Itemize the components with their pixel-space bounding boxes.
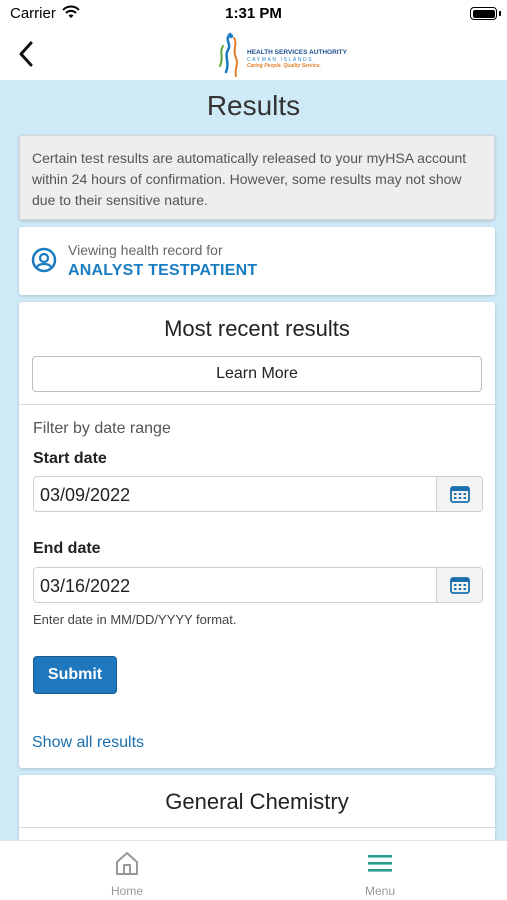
tab-home-label: Home	[110, 884, 143, 898]
end-date-value: 03/16/2022	[40, 576, 131, 596]
user-circle-icon	[31, 247, 57, 278]
end-date-label: End date	[33, 540, 101, 557]
recent-results-title: Most recent results	[164, 316, 350, 341]
battery-tip	[499, 11, 501, 16]
general-chemistry-title: General Chemistry	[165, 789, 349, 814]
chevron-left-icon	[19, 41, 33, 67]
start-date-calendar-button[interactable]	[436, 477, 482, 511]
tab-menu-label: Menu	[364, 884, 396, 898]
calendar-icon	[449, 486, 470, 503]
end-date-calendar-button[interactable]	[436, 568, 482, 602]
status-bar: Carrier 1:31 PM	[0, 0, 507, 28]
notice-card: Certain test results are automatically r…	[19, 135, 495, 220]
logo-title: HEALTH SERVICES AUTHORITY	[247, 49, 347, 56]
home-icon	[113, 849, 141, 882]
divider	[19, 404, 495, 405]
patient-name: ANALYST TESTPATIENT	[68, 262, 258, 279]
viewing-label: Viewing health record for	[68, 242, 223, 258]
submit-button[interactable]: Submit	[33, 656, 117, 694]
learn-more-button[interactable]: Learn More	[32, 356, 482, 392]
filter-label: Filter by date range	[33, 420, 171, 437]
calendar-icon	[449, 577, 470, 594]
logo-mark-icon	[219, 32, 238, 77]
recent-results-card: Most recent results Learn More Filter by…	[19, 302, 495, 768]
patient-card: Viewing health record for ANALYST TESTPA…	[19, 227, 495, 295]
tab-home[interactable]: Home	[57, 841, 197, 900]
menu-icon	[366, 849, 394, 882]
general-chemistry-card[interactable]: General Chemistry	[19, 775, 495, 850]
hsa-logo: HEALTH SERVICES AUTHORITY CAYMAN ISLANDS…	[214, 32, 347, 78]
end-date-field[interactable]: 03/16/2022	[33, 567, 483, 603]
back-button[interactable]	[12, 38, 40, 70]
tab-menu[interactable]: Menu	[310, 841, 450, 900]
start-date-value: 03/09/2022	[40, 485, 131, 505]
logo-tagline: Caring People. Quality Service.	[247, 63, 321, 69]
start-date-field[interactable]: 03/09/2022	[33, 476, 483, 512]
status-time: 1:31 PM	[225, 5, 282, 22]
page-title: Results	[206, 90, 301, 121]
divider	[19, 827, 495, 828]
notice-text: Certain test results are automatically r…	[32, 150, 467, 208]
tab-bar: Home Menu	[0, 840, 507, 900]
date-format-hint: Enter date in MM/DD/YYYY format.	[33, 612, 237, 627]
battery-icon	[470, 7, 497, 20]
start-date-label: Start date	[33, 450, 107, 467]
nav-bar: HEALTH SERVICES AUTHORITY CAYMAN ISLANDS…	[0, 28, 507, 80]
show-all-results-link[interactable]: Show all results	[32, 734, 144, 752]
